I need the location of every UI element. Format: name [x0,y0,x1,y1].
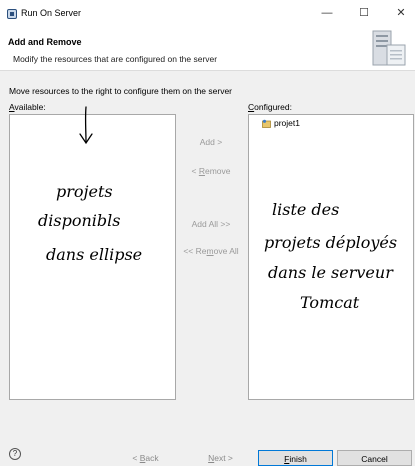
instruction-text: Move resources to the right to configure… [9,86,233,96]
wizard-header [0,27,415,71]
cancel-button[interactable]: Cancel [337,450,412,466]
app-icon [7,9,17,19]
add-all-button[interactable]: Add All >> [180,216,242,233]
project-name: projet1 [274,118,300,128]
configured-list[interactable] [248,114,414,400]
remove-button[interactable]: < Remove [180,163,242,180]
available-list[interactable] [9,114,176,400]
next-button[interactable]: Next > [183,450,258,466]
list-item[interactable]: projet1 [262,118,300,128]
configured-label: Configured: [248,102,292,112]
page-title: Add and Remove [8,37,82,47]
maximize-button[interactable]: ☐ [351,5,377,21]
page-description: Modify the resources that are configured… [13,54,218,64]
add-button[interactable]: Add > [180,134,242,151]
help-icon[interactable]: ? [9,448,21,460]
server-wizard-icon [372,30,406,66]
project-icon [262,119,271,128]
close-button[interactable]: ✕ [388,5,414,21]
back-button[interactable]: < Back [108,450,183,466]
available-label: Available: [9,102,46,112]
window-title: Run On Server [21,8,82,18]
remove-all-button[interactable]: << Remove All [180,243,242,260]
finish-button[interactable]: Finish [258,450,333,466]
minimize-button[interactable]: — [314,5,340,21]
